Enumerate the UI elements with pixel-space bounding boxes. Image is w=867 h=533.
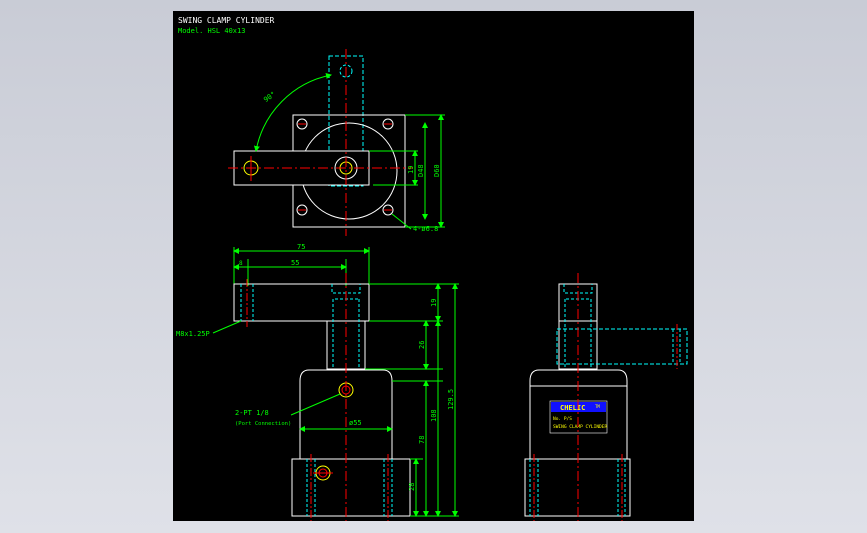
thread-label: M8x1.25P: [176, 330, 210, 338]
dim-129-5: 129.5: [447, 389, 455, 410]
holes-label: 4-ø6.8: [413, 225, 438, 233]
dim-26: 26: [418, 341, 426, 349]
angle-label: 90°: [262, 90, 277, 104]
dim-d48: D48: [417, 164, 425, 177]
label-model: No. P/S: [553, 416, 572, 422]
flange-side: [291, 458, 411, 517]
dim-8: 8: [239, 260, 243, 267]
arm-hidden-side: [556, 328, 688, 365]
front-view: 75 8 55 M8x1.25P 2-PT 1/8 (Port Connecti…: [176, 243, 459, 521]
cad-drawing: SWING CLAMP CYLINDER Model. HSL 40x13 90…: [176, 16, 688, 521]
port-note: (Port Connection): [235, 421, 291, 427]
cad-drawing-area: SWING CLAMP CYLINDER Model. HSL 40x13 90…: [173, 11, 694, 521]
model-label: Model. HSL 40x13: [178, 27, 245, 35]
dim-19-top: 19: [407, 166, 415, 174]
side-view: CHELIC TM No. P/S SWING CLAMP CYLINDER: [524, 273, 688, 521]
dim-d60: D60: [433, 164, 441, 177]
label-brand: CHELIC: [560, 404, 585, 412]
dim-28: 28: [408, 483, 416, 491]
dim-55: 55: [291, 259, 299, 267]
dim-75: 75: [297, 243, 305, 251]
dim-19: 19: [430, 299, 438, 307]
arm-side: [233, 283, 370, 322]
label-brand-tm: TM: [595, 404, 600, 409]
dim-dia55: ø55: [349, 419, 362, 427]
dim-108: 108: [430, 409, 438, 422]
dim-78: 78: [418, 436, 426, 444]
drawing-title: SWING CLAMP CYLINDER: [178, 16, 275, 25]
label-name: SWING CLAMP CYLINDER: [553, 424, 607, 430]
port-label: 2-PT 1/8: [235, 409, 269, 417]
top-view: 90° 19 D48 D60 4-ø6.8: [228, 49, 445, 236]
